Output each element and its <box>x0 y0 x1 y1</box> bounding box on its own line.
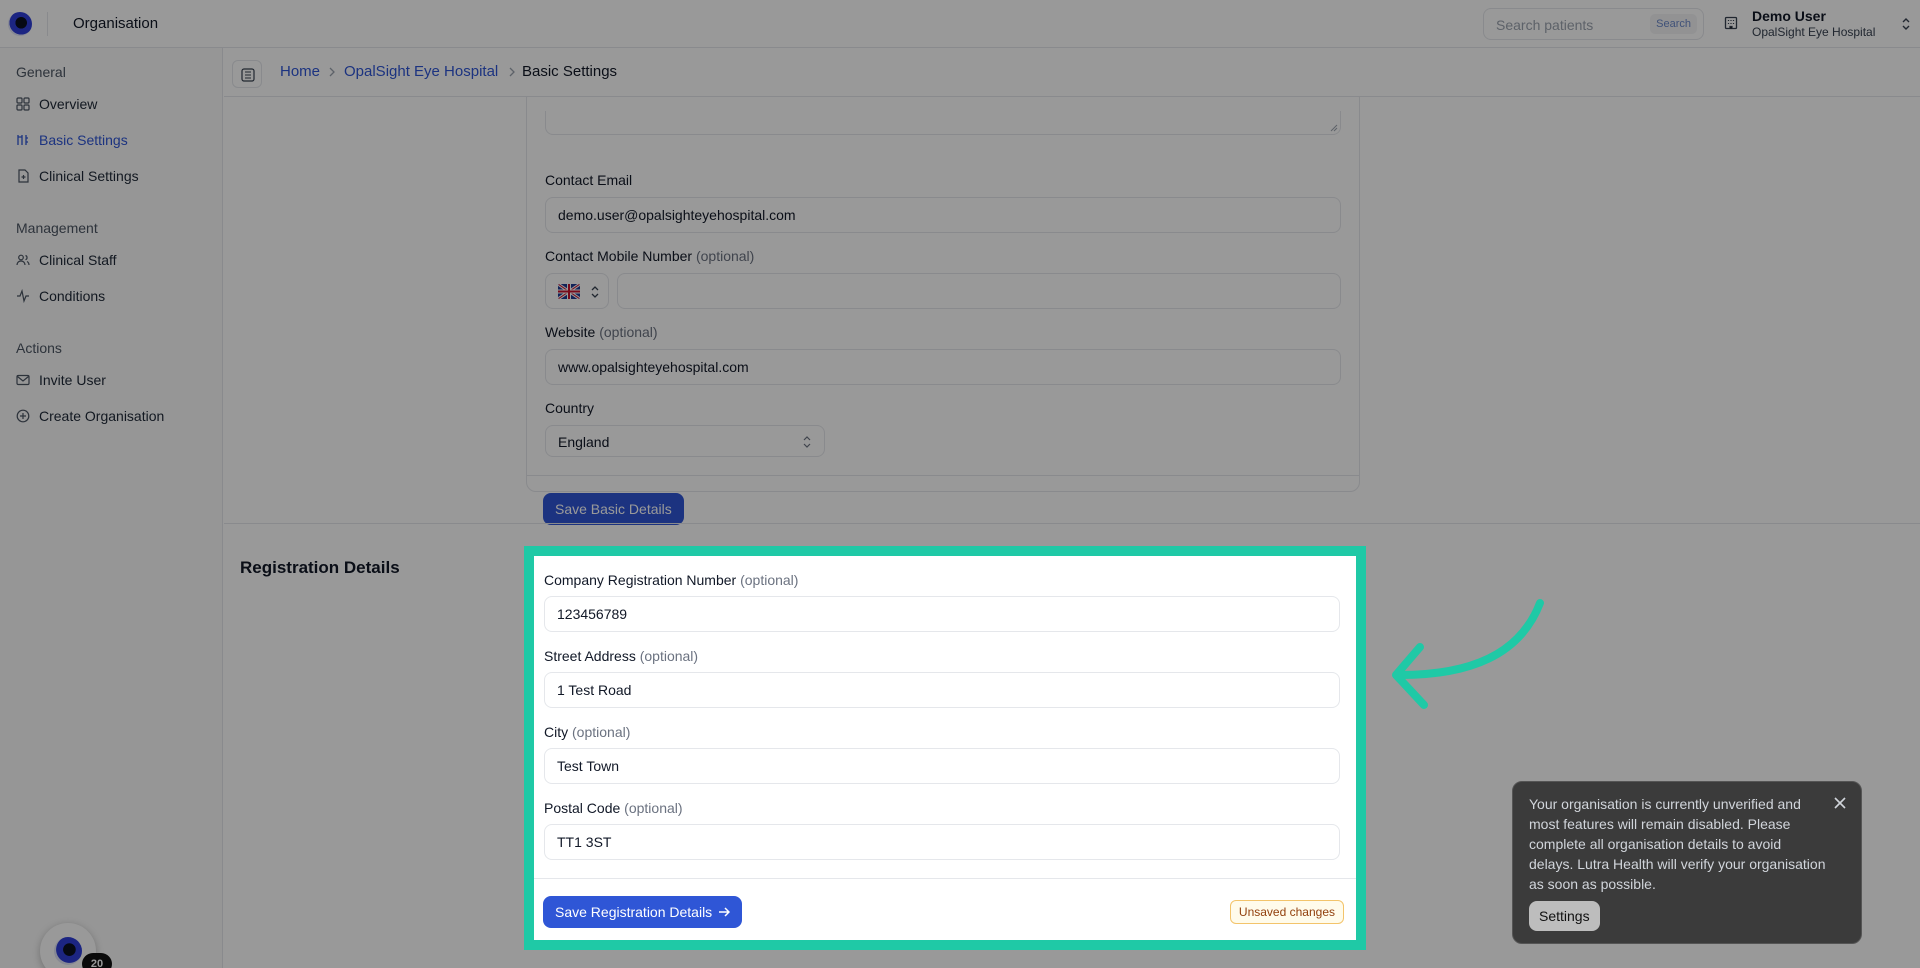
postal-code-field[interactable] <box>544 824 1340 860</box>
chevron-up-down-icon <box>803 436 811 448</box>
city-label: City (optional) <box>544 724 631 740</box>
sidebar-item-label: Create Organisation <box>39 408 165 424</box>
nav-group-management: Management <box>16 220 98 236</box>
contact-email-label: Contact Email <box>545 172 633 188</box>
sidebar-item-invite-user[interactable]: Invite User <box>16 367 106 393</box>
activity-icon <box>16 288 30 304</box>
search-button[interactable]: Search <box>1650 14 1697 34</box>
breadcrumb-current: Basic Settings <box>522 63 618 80</box>
sliders-icon <box>16 133 30 147</box>
card-divider <box>534 878 1356 879</box>
toast-message: Your organisation is currently unverifie… <box>1529 796 1826 892</box>
chevron-up-down-icon <box>591 286 599 298</box>
plus-circle-icon <box>16 409 30 423</box>
sidebar-item-label: Clinical Settings <box>39 168 139 184</box>
building-icon <box>1724 16 1738 30</box>
breadcrumb-organisation[interactable]: OpalSight Eye Hospital <box>344 63 498 80</box>
sidebar-item-label: Basic Settings <box>39 132 128 148</box>
file-plus-icon <box>16 169 30 183</box>
breadcrumb: Home OpalSight Eye Hospital Basic Settin… <box>224 48 1920 97</box>
country-select[interactable]: England <box>545 425 825 457</box>
uk-flag-icon <box>558 284 580 299</box>
toggle-sidebar-button[interactable] <box>232 60 262 88</box>
grid-icon <box>16 97 30 111</box>
chevron-right-icon <box>509 67 515 77</box>
sidebar-item-clinical-staff[interactable]: Clinical Staff <box>16 247 117 273</box>
save-registration-details-button[interactable]: Save Registration Details <box>543 896 743 928</box>
user-menu[interactable]: Demo User OpalSight Eye Hospital <box>1722 6 1914 42</box>
eye-logo-icon <box>54 937 82 965</box>
user-name: Demo User <box>1752 8 1826 24</box>
company-registration-field[interactable] <box>544 596 1340 632</box>
company-reg-label: Company Registration Number (optional) <box>544 572 799 588</box>
top-bar: Organisation Search Demo User OpalSight … <box>0 0 1920 48</box>
close-icon[interactable] <box>1833 796 1847 810</box>
users-icon <box>16 253 30 267</box>
app-logo[interactable] <box>8 12 32 36</box>
country-label: Country <box>545 400 595 416</box>
sidebar-item-label: Clinical Staff <box>39 252 117 268</box>
contact-mobile-label: Contact Mobile Number (optional) <box>545 248 755 264</box>
sidebar-item-create-organisation[interactable]: Create Organisation <box>16 403 164 429</box>
nav-group-actions: Actions <box>16 340 62 356</box>
notification-count-badge: 20 <box>82 953 112 968</box>
sidebar-item-label: Overview <box>39 96 98 112</box>
arrow-right-icon <box>719 907 731 917</box>
topbar-divider <box>47 12 48 36</box>
country-value: England <box>558 434 610 450</box>
contact-mobile-field[interactable] <box>617 273 1341 309</box>
verification-toast: Your organisation is currently unverifie… <box>1512 781 1862 944</box>
website-field[interactable] <box>545 349 1341 385</box>
contact-email-field[interactable] <box>545 197 1341 233</box>
postal-code-label: Postal Code (optional) <box>544 800 683 816</box>
page-title: Organisation <box>73 15 159 32</box>
save-basic-details-button[interactable]: Save Basic Details <box>543 493 684 525</box>
sidebar-item-label: Invite User <box>39 372 106 388</box>
basic-details-card: Contact Email Contact Mobile Number (opt… <box>526 88 1360 525</box>
section-divider <box>224 523 1920 524</box>
sidebar-item-basic-settings[interactable]: Basic Settings <box>16 127 128 153</box>
registration-details-card: Company Registration Number (optional) S… <box>534 556 1356 940</box>
search-box: Search <box>1483 8 1704 40</box>
search-input[interactable] <box>1496 15 1646 35</box>
chevron-right-icon <box>329 67 335 77</box>
menu-icon <box>241 68 255 82</box>
registration-section-title: Registration Details <box>240 558 400 577</box>
curved-arrow-icon <box>1392 599 1544 709</box>
unsaved-changes-badge: Unsaved changes <box>1229 900 1344 924</box>
sidebar-item-conditions[interactable]: Conditions <box>16 283 105 309</box>
help-widget[interactable]: 20 <box>40 923 112 968</box>
website-label: Website (optional) <box>545 324 658 340</box>
user-org: OpalSight Eye Hospital <box>1752 25 1876 39</box>
description-textarea[interactable] <box>545 111 1341 135</box>
card-divider <box>527 475 1359 476</box>
street-address-field[interactable] <box>544 672 1340 708</box>
chevron-up-down-icon <box>1902 18 1910 30</box>
street-address-label: Street Address (optional) <box>544 648 699 664</box>
sidebar: General Overview Basic Settings Clinical… <box>0 48 223 968</box>
sidebar-item-overview[interactable]: Overview <box>16 91 97 117</box>
nav-group-general: General <box>16 64 66 80</box>
breadcrumb-home[interactable]: Home <box>280 63 320 80</box>
sidebar-item-clinical-settings[interactable]: Clinical Settings <box>16 163 139 189</box>
city-field[interactable] <box>544 748 1340 784</box>
mail-icon <box>16 373 30 387</box>
resize-handle-icon <box>1330 124 1338 132</box>
toast-settings-button[interactable]: Settings <box>1529 901 1600 931</box>
country-code-select[interactable] <box>545 273 609 309</box>
sidebar-item-label: Conditions <box>39 288 106 304</box>
